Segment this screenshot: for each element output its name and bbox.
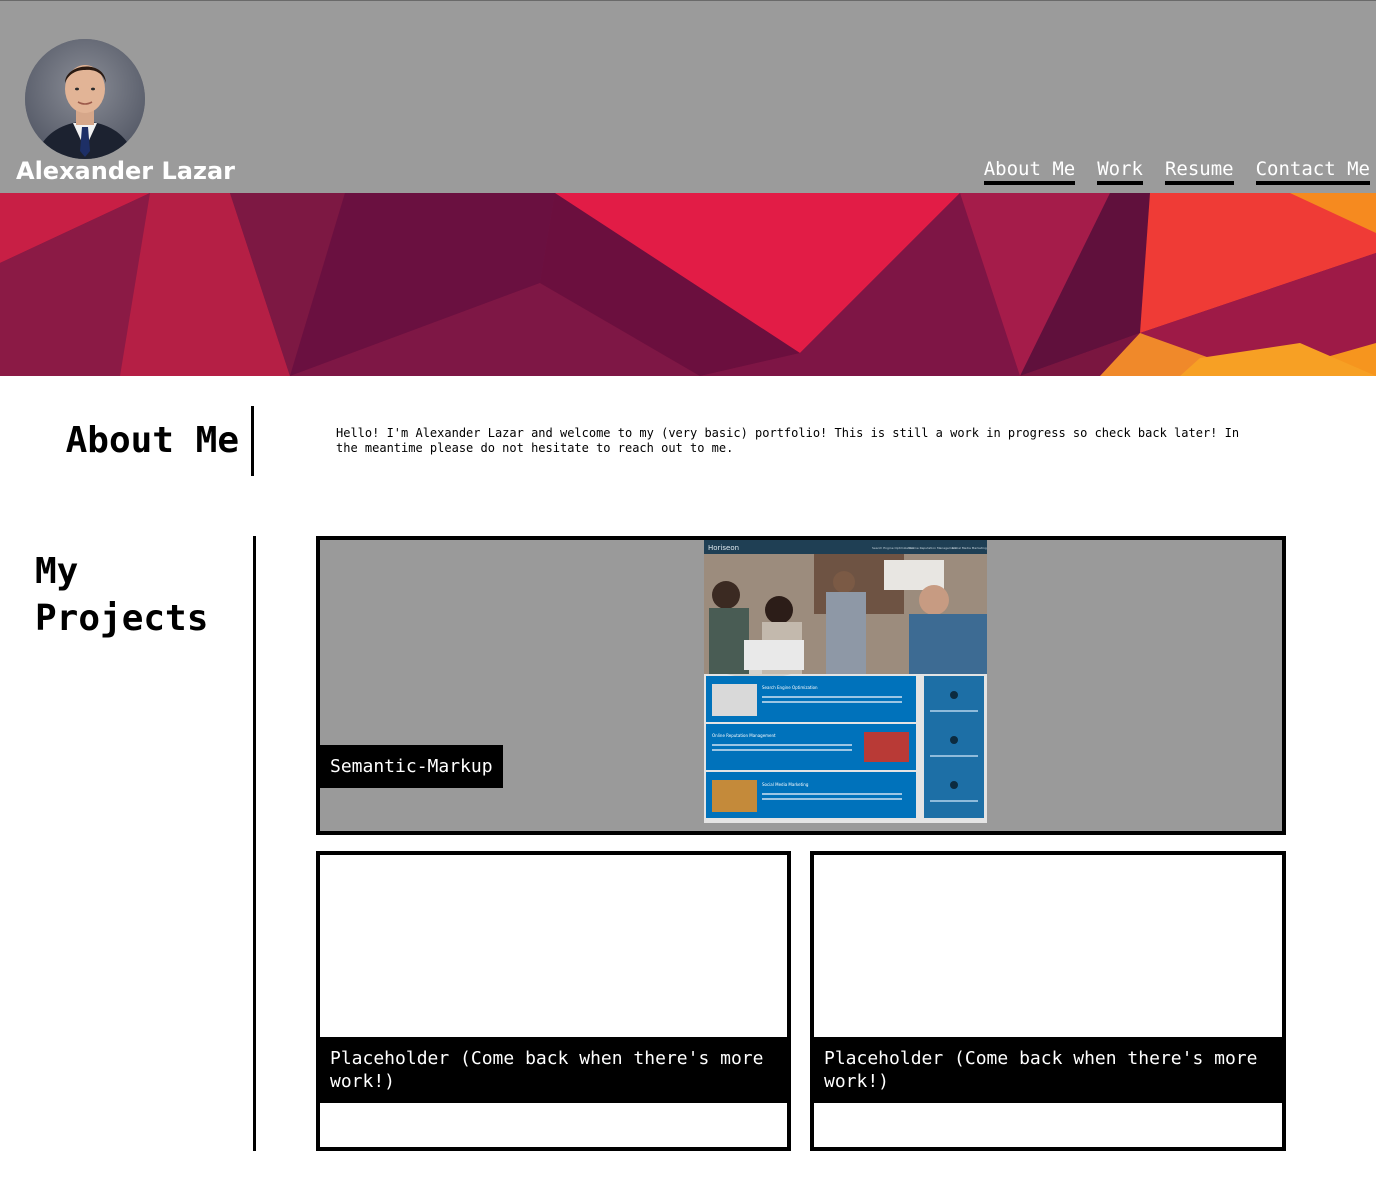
site-header: Alexander Lazar About Me Work Resume Con… [0,0,1376,193]
about-heading: About Me [20,406,254,476]
site-name: Alexander Lazar [16,157,235,185]
thumb-section-2: Online Reputation Management [712,733,776,738]
main-nav: About Me Work Resume Contact Me [983,157,1370,185]
thumb-section-1: Search Engine Optimization [762,685,818,690]
project-label[interactable]: Placeholder (Come back when there's more… [320,1037,787,1103]
thumb-nav-3: Social Media Marketing [952,546,987,550]
thumb-nav-2: Online Reputation Management [909,546,958,550]
profile-photo [25,39,145,159]
horiseon-site-thumbnail: Horiseon Search Engine Optimization Onli… [704,540,987,823]
hero-banner [0,193,1376,376]
nav-resume[interactable]: Resume [1164,157,1234,185]
nav-contact-me[interactable]: Contact Me [1255,157,1370,185]
nav-about-me[interactable]: About Me [983,157,1076,185]
about-text: Hello! I'm Alexander Lazar and welcome t… [336,426,1240,455]
thumb-brand: Horiseon [708,544,739,552]
project-label[interactable]: Semantic-Markup [320,745,503,788]
project-card-semantic-markup[interactable]: Horiseon Search Engine Optimization Onli… [316,536,1286,835]
project-card-placeholder-2[interactable]: Placeholder (Come back when there's more… [810,851,1286,1151]
project-screenshot: Horiseon Search Engine Optimization Onli… [704,540,987,823]
nav-work[interactable]: Work [1097,157,1143,185]
geometric-banner-image [0,193,1376,376]
projects-heading: My Projects [35,551,209,639]
projects-divider [253,536,256,1151]
project-label[interactable]: Placeholder (Come back when there's more… [814,1037,1282,1103]
thumb-section-3: Social Media Marketing [762,782,809,787]
profile-avatar [25,39,145,159]
project-card-placeholder-1[interactable]: Placeholder (Come back when there's more… [316,851,791,1151]
thumb-nav-1: Search Engine Optimization [872,546,914,550]
